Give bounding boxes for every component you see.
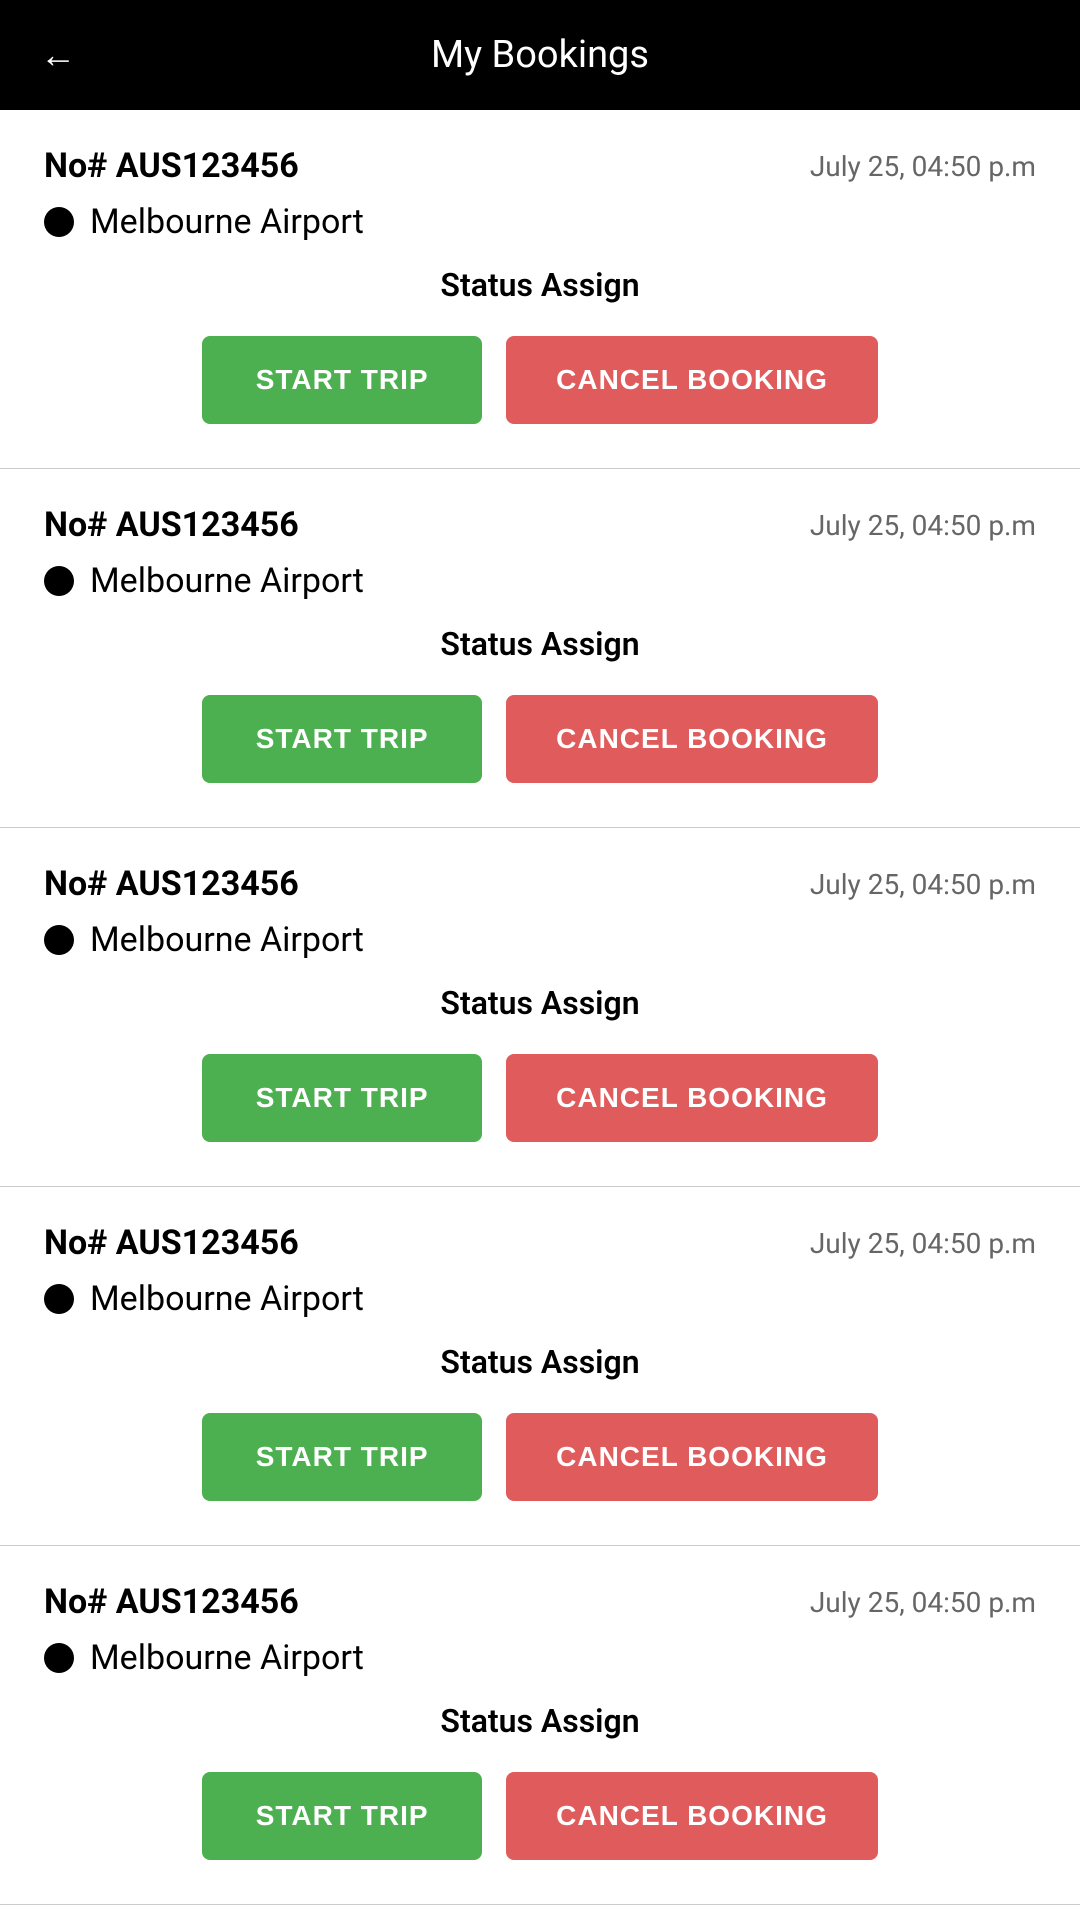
- booking-top-row: No# AUS123456 July 25, 04:50 p.m: [44, 146, 1036, 186]
- cancel-booking-button[interactable]: CANCEL BOOKING: [506, 695, 878, 783]
- booking-top-row: No# AUS123456 July 25, 04:50 p.m: [44, 1223, 1036, 1263]
- booking-card-1: No# AUS123456 July 25, 04:50 p.m Melbour…: [0, 110, 1080, 469]
- booking-datetime: July 25, 04:50 p.m: [810, 868, 1036, 901]
- booking-status: Status Assign: [44, 266, 1036, 304]
- location-dot-icon: [44, 1284, 74, 1314]
- location-name: Melbourne Airport: [90, 1279, 364, 1319]
- booking-number: No# AUS123456: [44, 146, 299, 186]
- booking-status: Status Assign: [44, 984, 1036, 1022]
- cancel-booking-button[interactable]: CANCEL BOOKING: [506, 336, 878, 424]
- location-name: Melbourne Airport: [90, 1638, 364, 1678]
- start-trip-button[interactable]: START TRIP: [202, 1054, 482, 1142]
- booking-actions: START TRIP CANCEL BOOKING: [44, 336, 1036, 424]
- booking-datetime: July 25, 04:50 p.m: [810, 150, 1036, 183]
- booking-status: Status Assign: [44, 625, 1036, 663]
- location-dot-icon: [44, 925, 74, 955]
- start-trip-button[interactable]: START TRIP: [202, 1413, 482, 1501]
- cancel-booking-button[interactable]: CANCEL BOOKING: [506, 1413, 878, 1501]
- start-trip-button[interactable]: START TRIP: [202, 695, 482, 783]
- bookings-list: No# AUS123456 July 25, 04:50 p.m Melbour…: [0, 110, 1080, 1905]
- location-dot-icon: [44, 207, 74, 237]
- booking-status: Status Assign: [44, 1343, 1036, 1381]
- booking-top-row: No# AUS123456 July 25, 04:50 p.m: [44, 505, 1036, 545]
- booking-actions: START TRIP CANCEL BOOKING: [44, 1413, 1036, 1501]
- booking-card-3: No# AUS123456 July 25, 04:50 p.m Melbour…: [0, 828, 1080, 1187]
- booking-actions: START TRIP CANCEL BOOKING: [44, 1054, 1036, 1142]
- location-name: Melbourne Airport: [90, 202, 364, 242]
- start-trip-button[interactable]: START TRIP: [202, 336, 482, 424]
- back-button[interactable]: ←: [40, 37, 76, 73]
- booking-datetime: July 25, 04:50 p.m: [810, 1586, 1036, 1619]
- booking-status: Status Assign: [44, 1702, 1036, 1740]
- booking-location: Melbourne Airport: [44, 1638, 1036, 1678]
- booking-top-row: No# AUS123456 July 25, 04:50 p.m: [44, 1582, 1036, 1622]
- location-name: Melbourne Airport: [90, 920, 364, 960]
- booking-number: No# AUS123456: [44, 864, 299, 904]
- booking-number: No# AUS123456: [44, 505, 299, 545]
- booking-actions: START TRIP CANCEL BOOKING: [44, 1772, 1036, 1860]
- location-name: Melbourne Airport: [90, 561, 364, 601]
- booking-number: No# AUS123456: [44, 1223, 299, 1263]
- booking-card-2: No# AUS123456 July 25, 04:50 p.m Melbour…: [0, 469, 1080, 828]
- cancel-booking-button[interactable]: CANCEL BOOKING: [506, 1054, 878, 1142]
- page-title: My Bookings: [431, 33, 649, 77]
- booking-datetime: July 25, 04:50 p.m: [810, 1227, 1036, 1260]
- booking-card-4: No# AUS123456 July 25, 04:50 p.m Melbour…: [0, 1187, 1080, 1546]
- booking-number: No# AUS123456: [44, 1582, 299, 1622]
- booking-location: Melbourne Airport: [44, 1279, 1036, 1319]
- location-dot-icon: [44, 1643, 74, 1673]
- booking-card-5: No# AUS123456 July 25, 04:50 p.m Melbour…: [0, 1546, 1080, 1905]
- booking-location: Melbourne Airport: [44, 202, 1036, 242]
- cancel-booking-button[interactable]: CANCEL BOOKING: [506, 1772, 878, 1860]
- booking-top-row: No# AUS123456 July 25, 04:50 p.m: [44, 864, 1036, 904]
- booking-actions: START TRIP CANCEL BOOKING: [44, 695, 1036, 783]
- booking-location: Melbourne Airport: [44, 561, 1036, 601]
- booking-datetime: July 25, 04:50 p.m: [810, 509, 1036, 542]
- app-header: ← My Bookings: [0, 0, 1080, 110]
- booking-location: Melbourne Airport: [44, 920, 1036, 960]
- location-dot-icon: [44, 566, 74, 596]
- start-trip-button[interactable]: START TRIP: [202, 1772, 482, 1860]
